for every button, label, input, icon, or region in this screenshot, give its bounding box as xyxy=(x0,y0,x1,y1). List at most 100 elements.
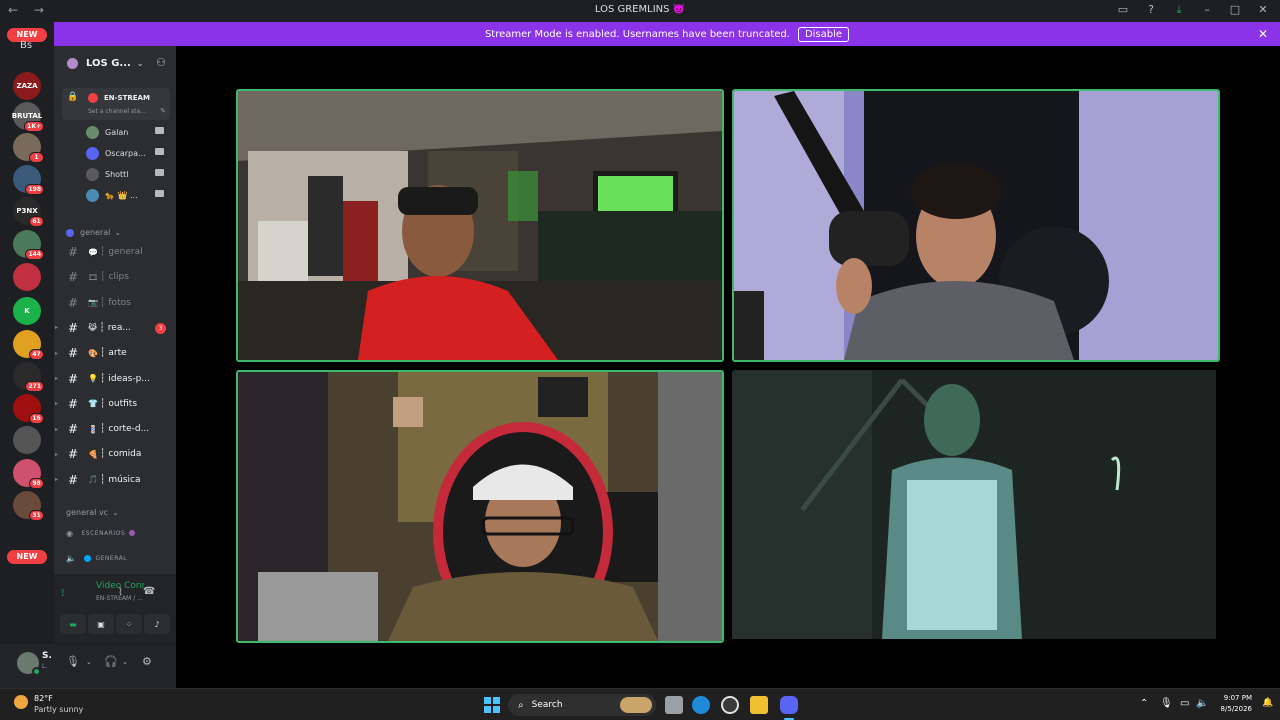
server-icon[interactable]: 47 xyxy=(13,330,44,360)
hashtag-icon: # xyxy=(68,422,79,437)
channel-name: fotos xyxy=(108,297,131,308)
start-button[interactable] xyxy=(484,697,500,713)
server-icon[interactable]: P3NX 61 xyxy=(13,197,44,227)
disable-streamer-mode-button[interactable]: Disable xyxy=(797,26,850,42)
invite-people-icon[interactable]: ⚇ xyxy=(156,56,166,69)
category-icon xyxy=(66,228,74,237)
text-channel[interactable]: ▸ # 🍕 ┆ comida xyxy=(55,444,172,464)
maximize-button[interactable]: □ xyxy=(1228,3,1242,17)
file-explorer-icon[interactable] xyxy=(750,696,768,714)
task-view-icon[interactable] xyxy=(665,696,683,714)
text-channel[interactable]: ▸ # 👕 ┆ outfits xyxy=(55,394,172,414)
voice-member[interactable]: Oscarpa... xyxy=(86,144,170,162)
close-banner-icon[interactable]: ✕ xyxy=(1258,27,1268,41)
discord-app-icon[interactable] xyxy=(780,696,798,714)
inbox-icon[interactable]: ▭ xyxy=(1116,3,1130,17)
tray-overflow-icon[interactable]: ⌃ xyxy=(1140,698,1148,709)
avatar xyxy=(86,188,99,202)
voice-member[interactable]: Shottl xyxy=(86,165,170,183)
noise-suppression-icon[interactable]: ⌇ xyxy=(118,587,123,598)
hashtag-icon: # xyxy=(68,320,79,335)
channel-emoji-icon: 😹 xyxy=(88,323,98,333)
text-channel[interactable]: # 🎞 ┆ clips xyxy=(62,267,172,287)
activities-button[interactable]: ⁘ xyxy=(116,614,142,634)
active-voice-channel[interactable]: 🔒 EN-STREAM Set a channel sta... ✎ xyxy=(62,88,170,120)
chrome-browser-icon[interactable] xyxy=(721,696,739,714)
connection-signal-icon[interactable]: ⟟ xyxy=(61,588,65,599)
separator: ┆ xyxy=(99,322,105,333)
channel-name: general xyxy=(108,247,143,257)
category-general[interactable]: general ⌄ xyxy=(66,228,121,237)
video-tile-participant-4[interactable] xyxy=(732,370,1220,643)
minimize-button[interactable]: – xyxy=(1200,3,1214,17)
video-tile-participant-2[interactable] xyxy=(732,89,1220,362)
text-channel[interactable]: ▸ # 😹 ┆ rea... 3 xyxy=(55,318,172,338)
edge-browser-icon[interactable] xyxy=(692,696,710,714)
server-avatar: K xyxy=(13,297,41,325)
new-unreads-pill-bottom[interactable]: NEW xyxy=(7,550,47,564)
text-channel[interactable]: # 📷 ┆ fotos xyxy=(62,293,172,313)
voice-member[interactable]: Galan xyxy=(86,123,170,141)
category-general-vc[interactable]: general vc ⌄ xyxy=(66,508,119,517)
microphone-icon[interactable]: 🎙 xyxy=(66,655,80,668)
text-channel[interactable]: ▸ # 🎵 ┆ música xyxy=(55,470,172,490)
microphone-tray-icon[interactable]: 🎙 xyxy=(1160,698,1173,709)
chevron-down-icon[interactable]: ⌄ xyxy=(122,658,128,666)
channel-emoji-icon: 🍕 xyxy=(88,449,98,459)
system-clock[interactable]: 9:07 PM 8/5/2026 xyxy=(1221,693,1252,715)
soundboard-button[interactable]: ♪ xyxy=(144,614,170,634)
server-icon[interactable]: 16 xyxy=(13,394,44,424)
server-icon[interactable]: ZAZA xyxy=(13,72,41,100)
channel-emoji-icon: 💬 xyxy=(88,247,98,257)
video-tile-participant-1[interactable] xyxy=(236,89,724,362)
help-icon[interactable]: ? xyxy=(1144,3,1158,17)
member-name: 🐆 👑 ... xyxy=(105,190,138,200)
settings-gear-icon[interactable]: ⚙ xyxy=(142,655,152,668)
text-channel[interactable]: # 💬 ┆ general xyxy=(62,242,172,262)
network-icon[interactable]: ▭ xyxy=(1180,698,1189,709)
weather-description[interactable]: Partly sunny xyxy=(34,705,83,714)
server-abbr[interactable]: Bs xyxy=(20,40,32,51)
server-icon[interactable]: 271 xyxy=(13,362,44,392)
unread-indicator-icon: ▸ xyxy=(55,400,59,408)
hashtag-icon: # xyxy=(68,396,79,411)
server-icon[interactable] xyxy=(13,426,41,454)
chevron-down-icon: ⌄ xyxy=(112,508,119,517)
server-icon[interactable]: 144 xyxy=(13,230,44,260)
server-icon[interactable] xyxy=(13,263,41,291)
weather-sun-icon[interactable] xyxy=(14,695,28,709)
chevron-down-icon[interactable]: ⌄ xyxy=(86,658,92,666)
video-feed xyxy=(238,372,722,641)
voice-channel-general[interactable]: 🔈 GENERAL xyxy=(66,550,172,566)
user-panel: S. L. 🎙 ⌄ 🎧 ⌄ ⚙ xyxy=(0,644,176,688)
notifications-icon[interactable]: 🔔 xyxy=(1262,698,1273,708)
disconnect-icon[interactable]: ☎ xyxy=(143,586,155,597)
voice-channel-escenarios[interactable]: ◉ ESCENARIOS xyxy=(66,525,172,541)
avatar[interactable] xyxy=(17,652,41,676)
text-channel[interactable]: ▸ # 💈 ┆ corte-d... xyxy=(55,419,172,439)
server-avatar xyxy=(13,263,41,291)
title-bar: ← → LOS GREMLINS 👿 ▭ ? ⤓ – □ ✕ xyxy=(0,0,1280,21)
guild-header[interactable]: LOS G... ⌄ ⚇ xyxy=(54,46,176,80)
separator: ┆ xyxy=(99,449,106,460)
server-icon[interactable]: BRUTAL 1K+ xyxy=(12,102,44,132)
close-window-button[interactable]: ✕ xyxy=(1256,3,1270,17)
text-channel[interactable]: ▸ # 💡 ┆ ideas-p... xyxy=(55,369,172,389)
taskbar-search[interactable]: ⌕ Search xyxy=(508,694,656,716)
video-tile-participant-3[interactable] xyxy=(236,370,724,643)
download-icon[interactable]: ⤓ xyxy=(1172,3,1186,17)
edit-status-icon[interactable]: ✎ xyxy=(160,107,166,115)
server-icon[interactable]: 198 xyxy=(13,165,44,195)
headphones-icon[interactable]: 🎧 xyxy=(104,655,118,668)
weather-temperature[interactable]: 82°F xyxy=(34,694,53,703)
server-icon[interactable]: 31 xyxy=(13,491,44,521)
server-icon[interactable]: 98 xyxy=(13,459,44,489)
voice-member[interactable]: 🐆 👑 ... xyxy=(86,186,170,204)
camera-button[interactable]: ▬ xyxy=(60,614,86,634)
channel-emoji-icon: 🎨 xyxy=(88,348,98,358)
server-icon[interactable]: K xyxy=(13,297,41,325)
text-channel[interactable]: ▸ # 🎨 ┆ arte xyxy=(55,343,172,363)
screen-share-button[interactable]: ▣ xyxy=(88,614,114,634)
volume-icon[interactable]: 🔈 xyxy=(1196,698,1208,709)
server-icon[interactable]: 1 xyxy=(13,133,44,163)
